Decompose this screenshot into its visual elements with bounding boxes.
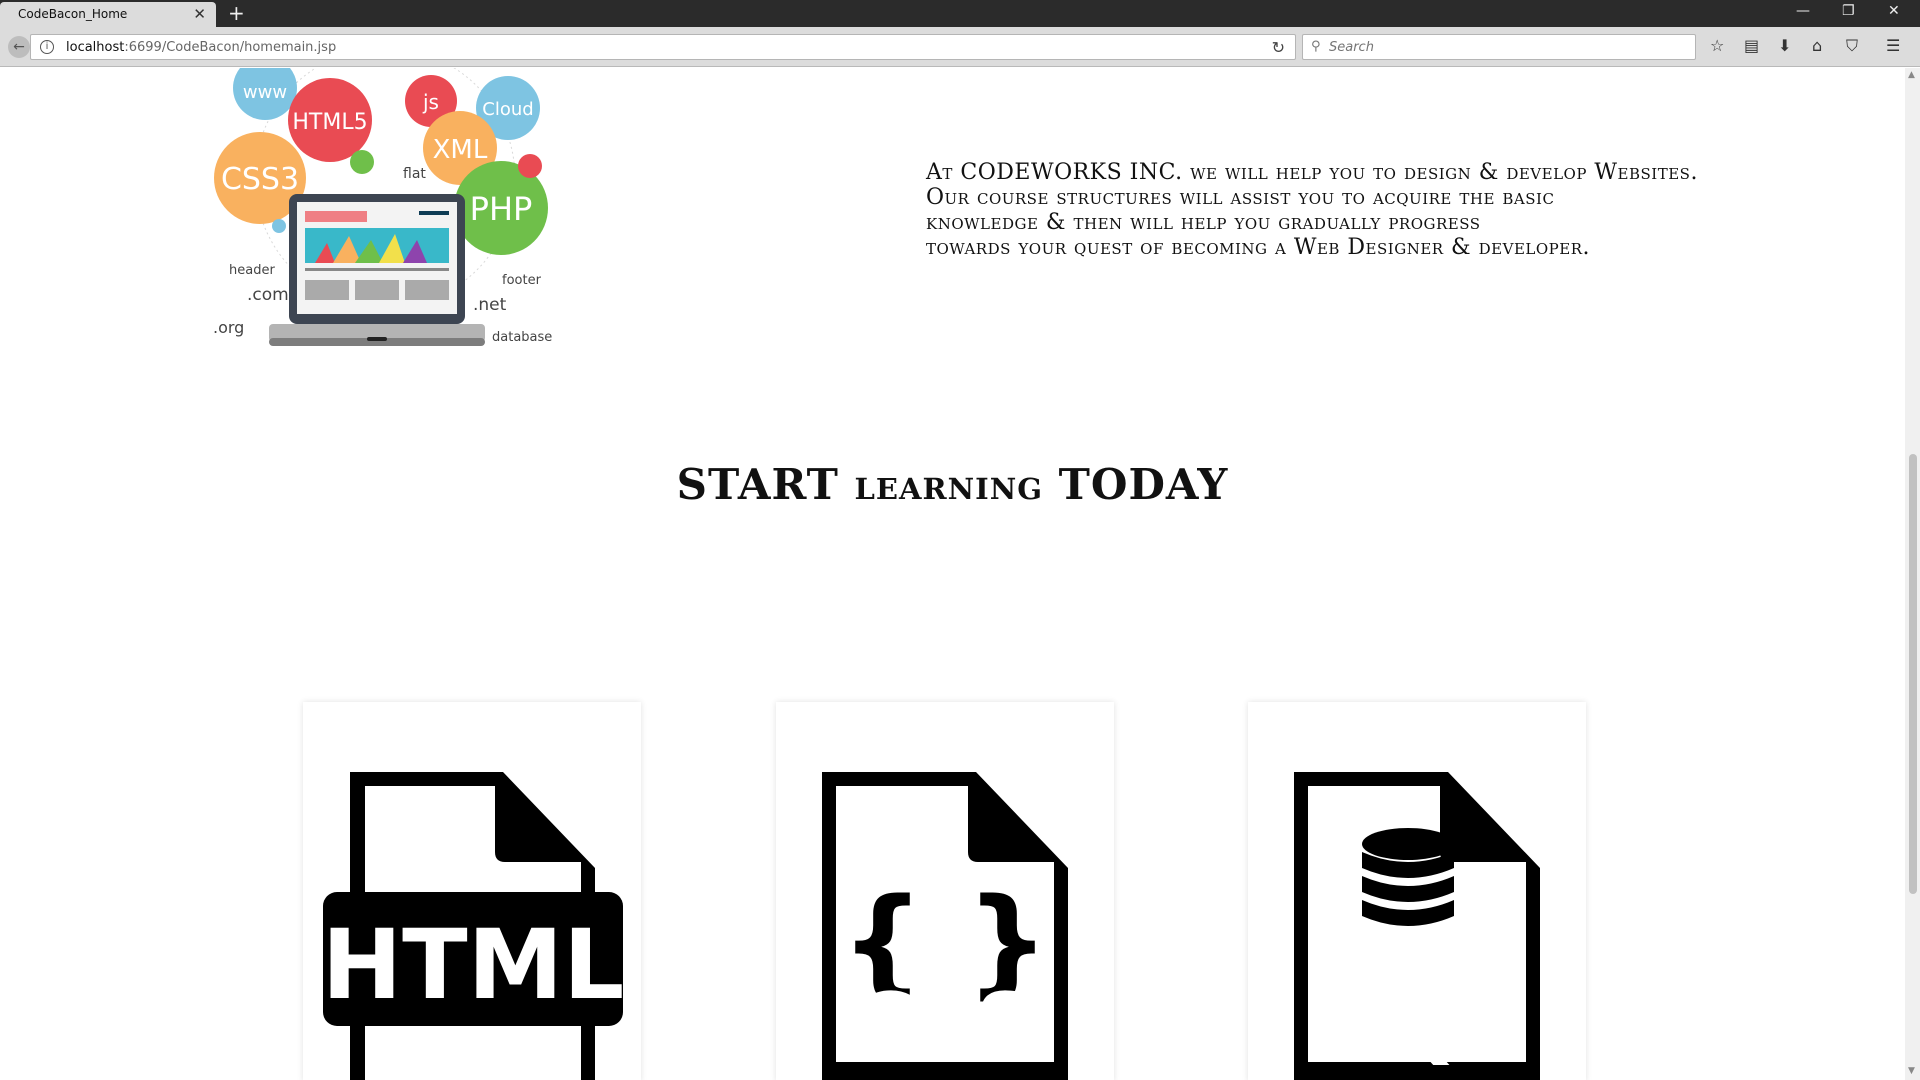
sql-file-label: SQL	[1318, 969, 1517, 1074]
scroll-down-icon[interactable]: ▼	[1908, 1066, 1915, 1076]
com-label: .com	[247, 285, 289, 305]
js-label: js	[422, 90, 439, 114]
close-window-icon[interactable]: ✕	[1888, 3, 1900, 19]
intro-line: Our course structures will assist you to…	[926, 185, 1555, 210]
css-file-icon: { } CSS	[822, 772, 1068, 1080]
html5-label: HTML5	[292, 110, 367, 135]
css-course-card[interactable]: { } CSS	[776, 702, 1114, 1080]
intro-line: At CODEWORKS INC. we will help you to de…	[926, 160, 1698, 185]
laptop-icon	[269, 194, 485, 346]
home-icon[interactable]: ⌂	[1812, 36, 1822, 55]
web-technologies-illustration: www HTML5 js Cloud CSS3 XML PHP flat hea…	[213, 68, 552, 346]
menu-icon[interactable]: ☰	[1886, 36, 1900, 55]
html-course-card[interactable]: HTML	[303, 702, 641, 1080]
tab-bar: CodeBacon_Home ✕ + — ❐ ✕	[0, 0, 1920, 27]
back-button[interactable]: ←	[8, 36, 30, 58]
bookmark-star-icon[interactable]: ☆	[1710, 36, 1724, 55]
intro-line: towards your quest of becoming a Web Des…	[926, 235, 1590, 260]
reading-list-icon[interactable]: ▤	[1744, 36, 1759, 55]
search-bar[interactable]: ⚲	[1302, 34, 1696, 60]
restore-icon[interactable]: ❐	[1842, 3, 1855, 19]
css3-label: CSS3	[221, 162, 299, 197]
scroll-thumb[interactable]	[1909, 454, 1917, 894]
scroll-up-icon[interactable]: ▲	[1908, 70, 1915, 80]
search-icon: ⚲	[1311, 39, 1321, 54]
intro-line: knowledge & then will help you gradually…	[926, 210, 1481, 235]
cloud-label: Cloud	[482, 99, 533, 120]
section-title: START learning TODAY	[676, 460, 1229, 509]
reload-icon[interactable]: ↻	[1272, 38, 1285, 57]
sql-course-card[interactable]: SQL	[1248, 702, 1586, 1080]
info-icon[interactable]: i	[40, 40, 54, 54]
html-file-icon: HTML	[322, 772, 625, 1080]
php-label: PHP	[470, 190, 533, 228]
sql-file-icon: SQL	[1294, 772, 1540, 1080]
close-tab-icon[interactable]: ✕	[193, 5, 206, 23]
url-path: :6699/CodeBacon/homemain.jsp	[124, 40, 337, 55]
browser-tab[interactable]: CodeBacon_Home ✕	[0, 2, 216, 27]
database-label: database	[492, 330, 552, 345]
intro-text: At CODEWORKS INC. we will help you to de…	[926, 160, 1826, 260]
new-tab-icon[interactable]: +	[228, 1, 245, 25]
navigation-bar: ← i localhost:6699/CodeBacon/homemain.js…	[0, 27, 1920, 67]
url-host: localhost	[66, 40, 125, 55]
header-label: header	[229, 263, 275, 278]
search-input[interactable]	[1329, 38, 1689, 56]
pocket-icon[interactable]: ⛉	[1846, 36, 1858, 56]
net-label: .net	[473, 295, 507, 315]
page-scrollbar[interactable]: ▲ ▼	[1905, 68, 1920, 1080]
www-label: www	[243, 82, 287, 103]
page-content: www HTML5 js Cloud CSS3 XML PHP flat hea…	[0, 68, 1905, 1080]
org-label: .org	[213, 318, 244, 337]
url-text[interactable]: localhost:6699/CodeBacon/homemain.jsp	[66, 40, 336, 55]
download-icon[interactable]: ⬇	[1778, 36, 1791, 55]
url-bar[interactable]: i localhost:6699/CodeBacon/homemain.jsp …	[30, 34, 1296, 60]
css-file-label: CSS	[853, 975, 1038, 1075]
xml-label: XML	[433, 135, 488, 165]
footer-label: footer	[502, 273, 542, 288]
flat-label: flat	[403, 166, 426, 182]
html-file-label: HTML	[322, 909, 625, 1021]
tab-title: CodeBacon_Home	[18, 7, 128, 21]
minimize-icon[interactable]: —	[1796, 3, 1810, 19]
